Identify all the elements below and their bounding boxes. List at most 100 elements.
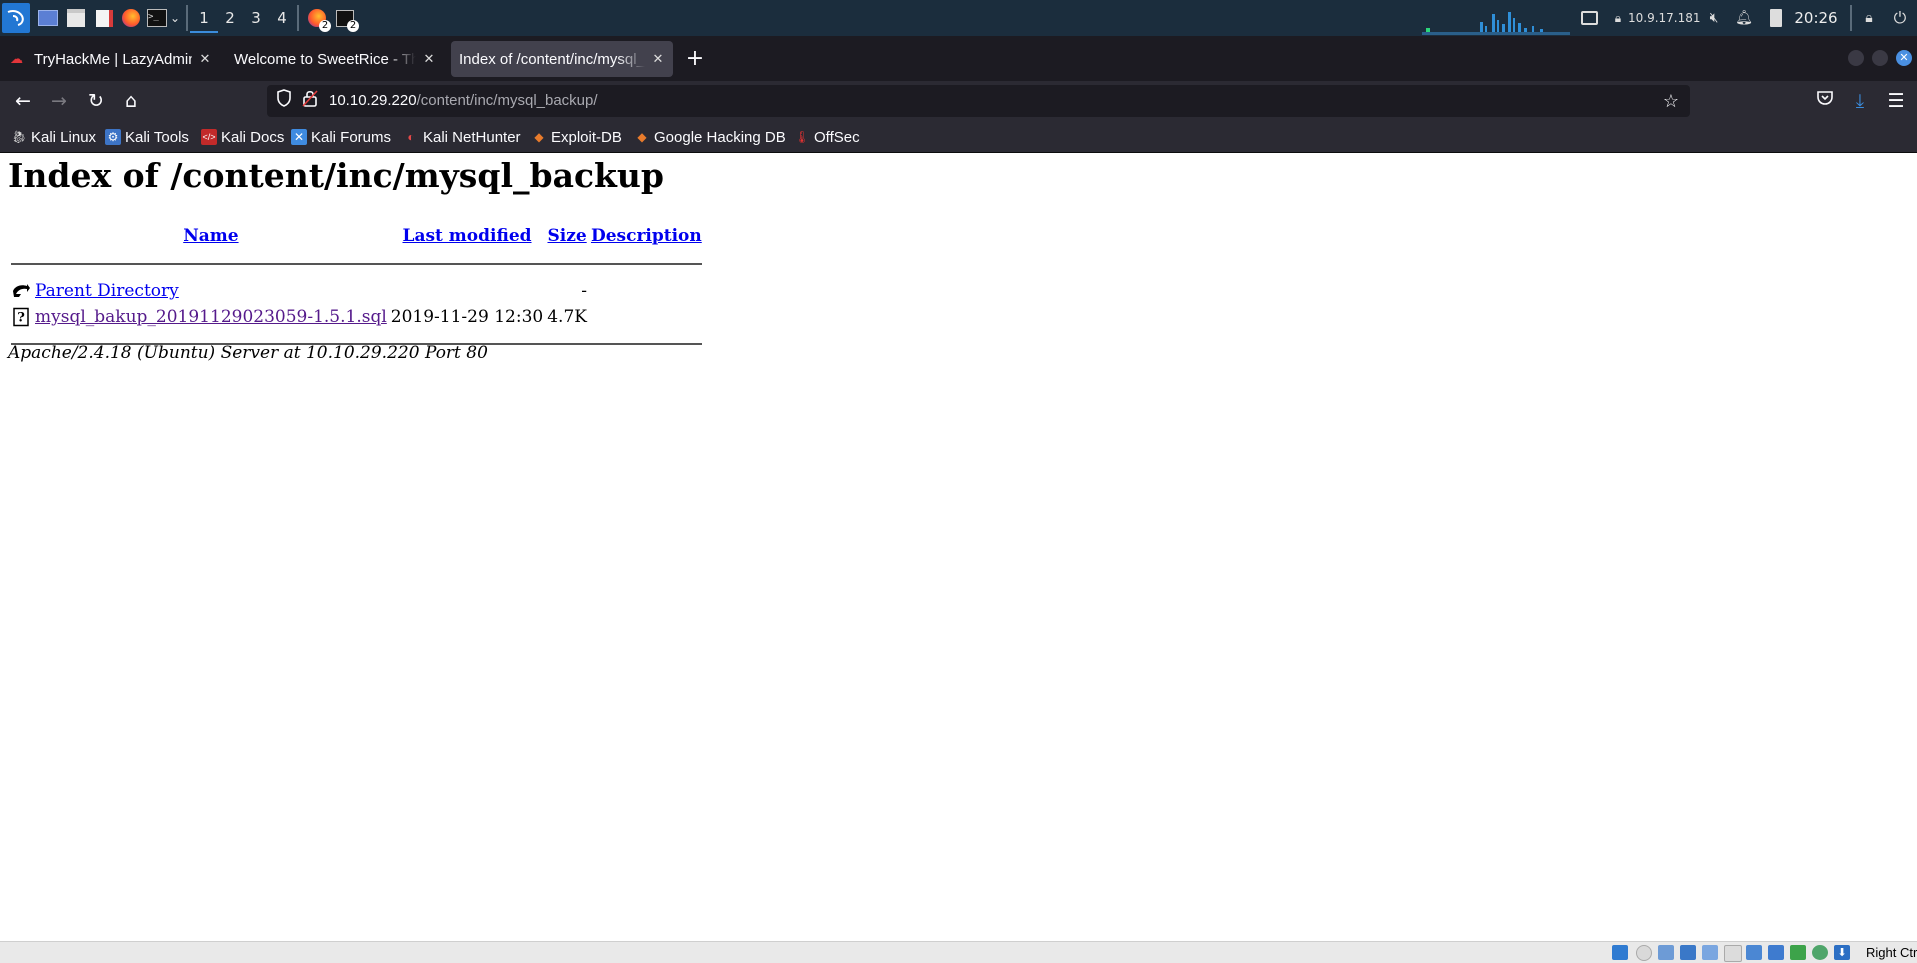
- horizontal-rule: [11, 263, 702, 265]
- row-icon-cell: [10, 279, 32, 303]
- close-tab-icon[interactable]: ✕: [422, 51, 436, 67]
- ip-address-label: 10.9.17.181: [1628, 11, 1701, 25]
- chevron-down-icon[interactable]: ⌄: [168, 7, 182, 29]
- tryhackme-icon: ☁︎: [10, 51, 23, 66]
- keyboard-capture-icon[interactable]: ⬇: [1834, 945, 1850, 960]
- sort-by-name-link[interactable]: Name: [183, 226, 238, 246]
- url-text[interactable]: 10.10.29.220/content/inc/mysql_backup/: [329, 92, 598, 109]
- workspace-4[interactable]: 4: [268, 7, 296, 29]
- back-button[interactable]: ←: [11, 89, 35, 113]
- forward-button[interactable]: →: [47, 89, 71, 113]
- row-modified-cell: 2019-11-29 12:30: [390, 307, 544, 327]
- last-modified-column-header[interactable]: Last modified: [390, 223, 544, 249]
- text-editor-icon[interactable]: [93, 7, 115, 29]
- lock-network-icon: 🔒︎: [1614, 10, 1622, 25]
- power-icon[interactable]: ⏻: [1890, 7, 1910, 29]
- tab-label: Welcome to SweetRice - Thank you for ins…: [234, 50, 416, 68]
- url-bar[interactable]: 10.10.29.220/content/inc/mysql_backup/ ☆: [267, 85, 1690, 117]
- panel-separator: [186, 5, 188, 31]
- bookmark-kali-docs[interactable]: </> Kali Docs: [201, 127, 284, 147]
- close-tab-icon[interactable]: ✕: [651, 51, 665, 67]
- taskbar-firefox-windows[interactable]: 2: [305, 7, 331, 32]
- workspace-3[interactable]: 3: [242, 7, 270, 29]
- row-size-cell: -: [581, 281, 587, 301]
- display-icon[interactable]: [1580, 7, 1598, 29]
- tab-sweetrice[interactable]: Welcome to SweetRice - Thank you for ins…: [226, 41, 444, 77]
- panel-separator: [1850, 5, 1852, 31]
- unknown-file-icon: ?: [13, 308, 29, 327]
- bookmark-label: Kali Linux: [31, 128, 97, 146]
- terminal-icon: 2: [336, 9, 359, 32]
- bookmark-kali-forums[interactable]: ✕ Kali Forums: [291, 127, 391, 147]
- tab-index-of-mysql-backup[interactable]: Index of /content/inc/mysql_backup/ ✕: [451, 41, 673, 77]
- bookmarks-toolbar: 🐉︎ Kali Linux ⚙ Kali Tools </> Kali Docs ✕ K…: [0, 121, 1917, 153]
- row-icon-cell: ?: [10, 305, 32, 329]
- bookmark-google-hacking-db[interactable]: ◆ Google Hacking DB: [634, 127, 785, 147]
- shared-folders-icon[interactable]: [1724, 945, 1742, 962]
- description-column-header[interactable]: Description: [590, 223, 703, 249]
- bookmark-offsec[interactable]: 🌡︎ OffSec: [794, 127, 859, 147]
- minimize-window-button[interactable]: [1848, 50, 1864, 66]
- close-tab-icon[interactable]: ✕: [198, 51, 212, 67]
- muted-speaker-icon[interactable]: 🔇︎: [1704, 7, 1724, 29]
- size-column-header[interactable]: Size: [546, 223, 588, 249]
- hamburger-menu-icon[interactable]: ☰: [1884, 89, 1908, 113]
- server-signature: Apache/2.4.18 (Ubuntu) Server at 10.10.2…: [8, 343, 488, 363]
- firefox-icon[interactable]: [120, 7, 142, 29]
- optical-drive-icon[interactable]: [1636, 945, 1652, 961]
- bookmark-kali-linux[interactable]: 🐉︎ Kali Linux: [11, 127, 96, 147]
- guest-additions-icon[interactable]: [1812, 945, 1828, 960]
- hard-disk-icon[interactable]: [1612, 945, 1628, 960]
- video-capture-icon[interactable]: [1768, 945, 1784, 960]
- tab-tryhackme[interactable]: ☁︎ TryHackMe | LazyAdmin ✕: [2, 41, 220, 77]
- downloads-icon[interactable]: ⤓: [1848, 89, 1872, 113]
- file-manager-icon[interactable]: [65, 7, 87, 29]
- kali-docs-icon: </>: [201, 129, 217, 145]
- kali-tools-icon: ⚙: [105, 129, 121, 145]
- insecure-lock-icon[interactable]: [299, 89, 321, 113]
- workspace-2[interactable]: 2: [216, 7, 244, 29]
- network-adapter-icon[interactable]: [1680, 945, 1696, 960]
- separator-cell: [10, 251, 703, 277]
- new-tab-button[interactable]: +: [683, 47, 707, 71]
- lock-screen-icon[interactable]: 🔒︎: [1860, 7, 1878, 29]
- bookmark-kali-tools[interactable]: ⚙ Kali Tools: [105, 127, 189, 147]
- workspace-1[interactable]: 1: [190, 5, 218, 33]
- sort-by-size-link[interactable]: Size: [547, 226, 586, 246]
- row-size-cell: 4.7K: [547, 307, 587, 327]
- pocket-icon[interactable]: [1813, 89, 1837, 113]
- name-column-header[interactable]: Name: [34, 223, 388, 249]
- terminal-icon[interactable]: >_: [146, 7, 168, 29]
- sort-by-description-link[interactable]: Description: [591, 226, 702, 246]
- panel-separator: [297, 5, 299, 31]
- tab-label: TryHackMe | LazyAdmin: [34, 50, 192, 68]
- close-window-button[interactable]: ✕: [1896, 50, 1912, 66]
- parent-directory-link[interactable]: Parent Directory: [35, 281, 179, 301]
- home-button[interactable]: ⌂: [119, 89, 143, 113]
- reload-button[interactable]: ↻: [84, 89, 108, 113]
- audio-icon[interactable]: [1658, 945, 1674, 960]
- mouse-integration-icon[interactable]: [1790, 945, 1806, 960]
- ghdb-icon: ◆: [637, 130, 647, 144]
- tracking-protection-shield-icon[interactable]: [273, 89, 295, 113]
- bookmark-kali-nethunter[interactable]: ◐ Kali NetHunter: [403, 127, 520, 147]
- bookmark-label: Kali Forums: [311, 128, 392, 146]
- usb-icon[interactable]: [1702, 945, 1718, 960]
- notification-bell-icon[interactable]: 🔔︎: [1734, 7, 1754, 29]
- taskbar-terminal-windows[interactable]: 2: [333, 7, 359, 32]
- kali-menu-icon[interactable]: [2, 3, 30, 33]
- battery-icon[interactable]: [1768, 7, 1784, 29]
- url-path: /content/inc/mysql_backup/: [416, 92, 598, 109]
- sort-by-last-modified-link[interactable]: Last modified: [402, 226, 531, 246]
- bookmark-star-icon[interactable]: ☆: [1660, 89, 1682, 113]
- tab-bar: ☁︎ TryHackMe | LazyAdmin ✕ Welcome to Sw…: [0, 36, 1917, 81]
- maximize-window-button[interactable]: [1872, 50, 1888, 66]
- show-desktop-icon[interactable]: [37, 7, 59, 29]
- clock[interactable]: 20:26: [1794, 7, 1838, 29]
- row-name-cell: mysql_bakup_20191129023059-1.5.1.sql: [34, 305, 388, 329]
- directory-listing-table: Name Last modified Size Description Pare…: [8, 221, 705, 359]
- display-icon[interactable]: [1746, 945, 1762, 960]
- url-host: 10.10.29.220: [329, 92, 417, 109]
- bookmark-exploit-db[interactable]: ◆ Exploit-DB: [531, 127, 621, 147]
- sql-backup-file-link[interactable]: mysql_bakup_20191129023059-1.5.1.sql: [35, 307, 387, 327]
